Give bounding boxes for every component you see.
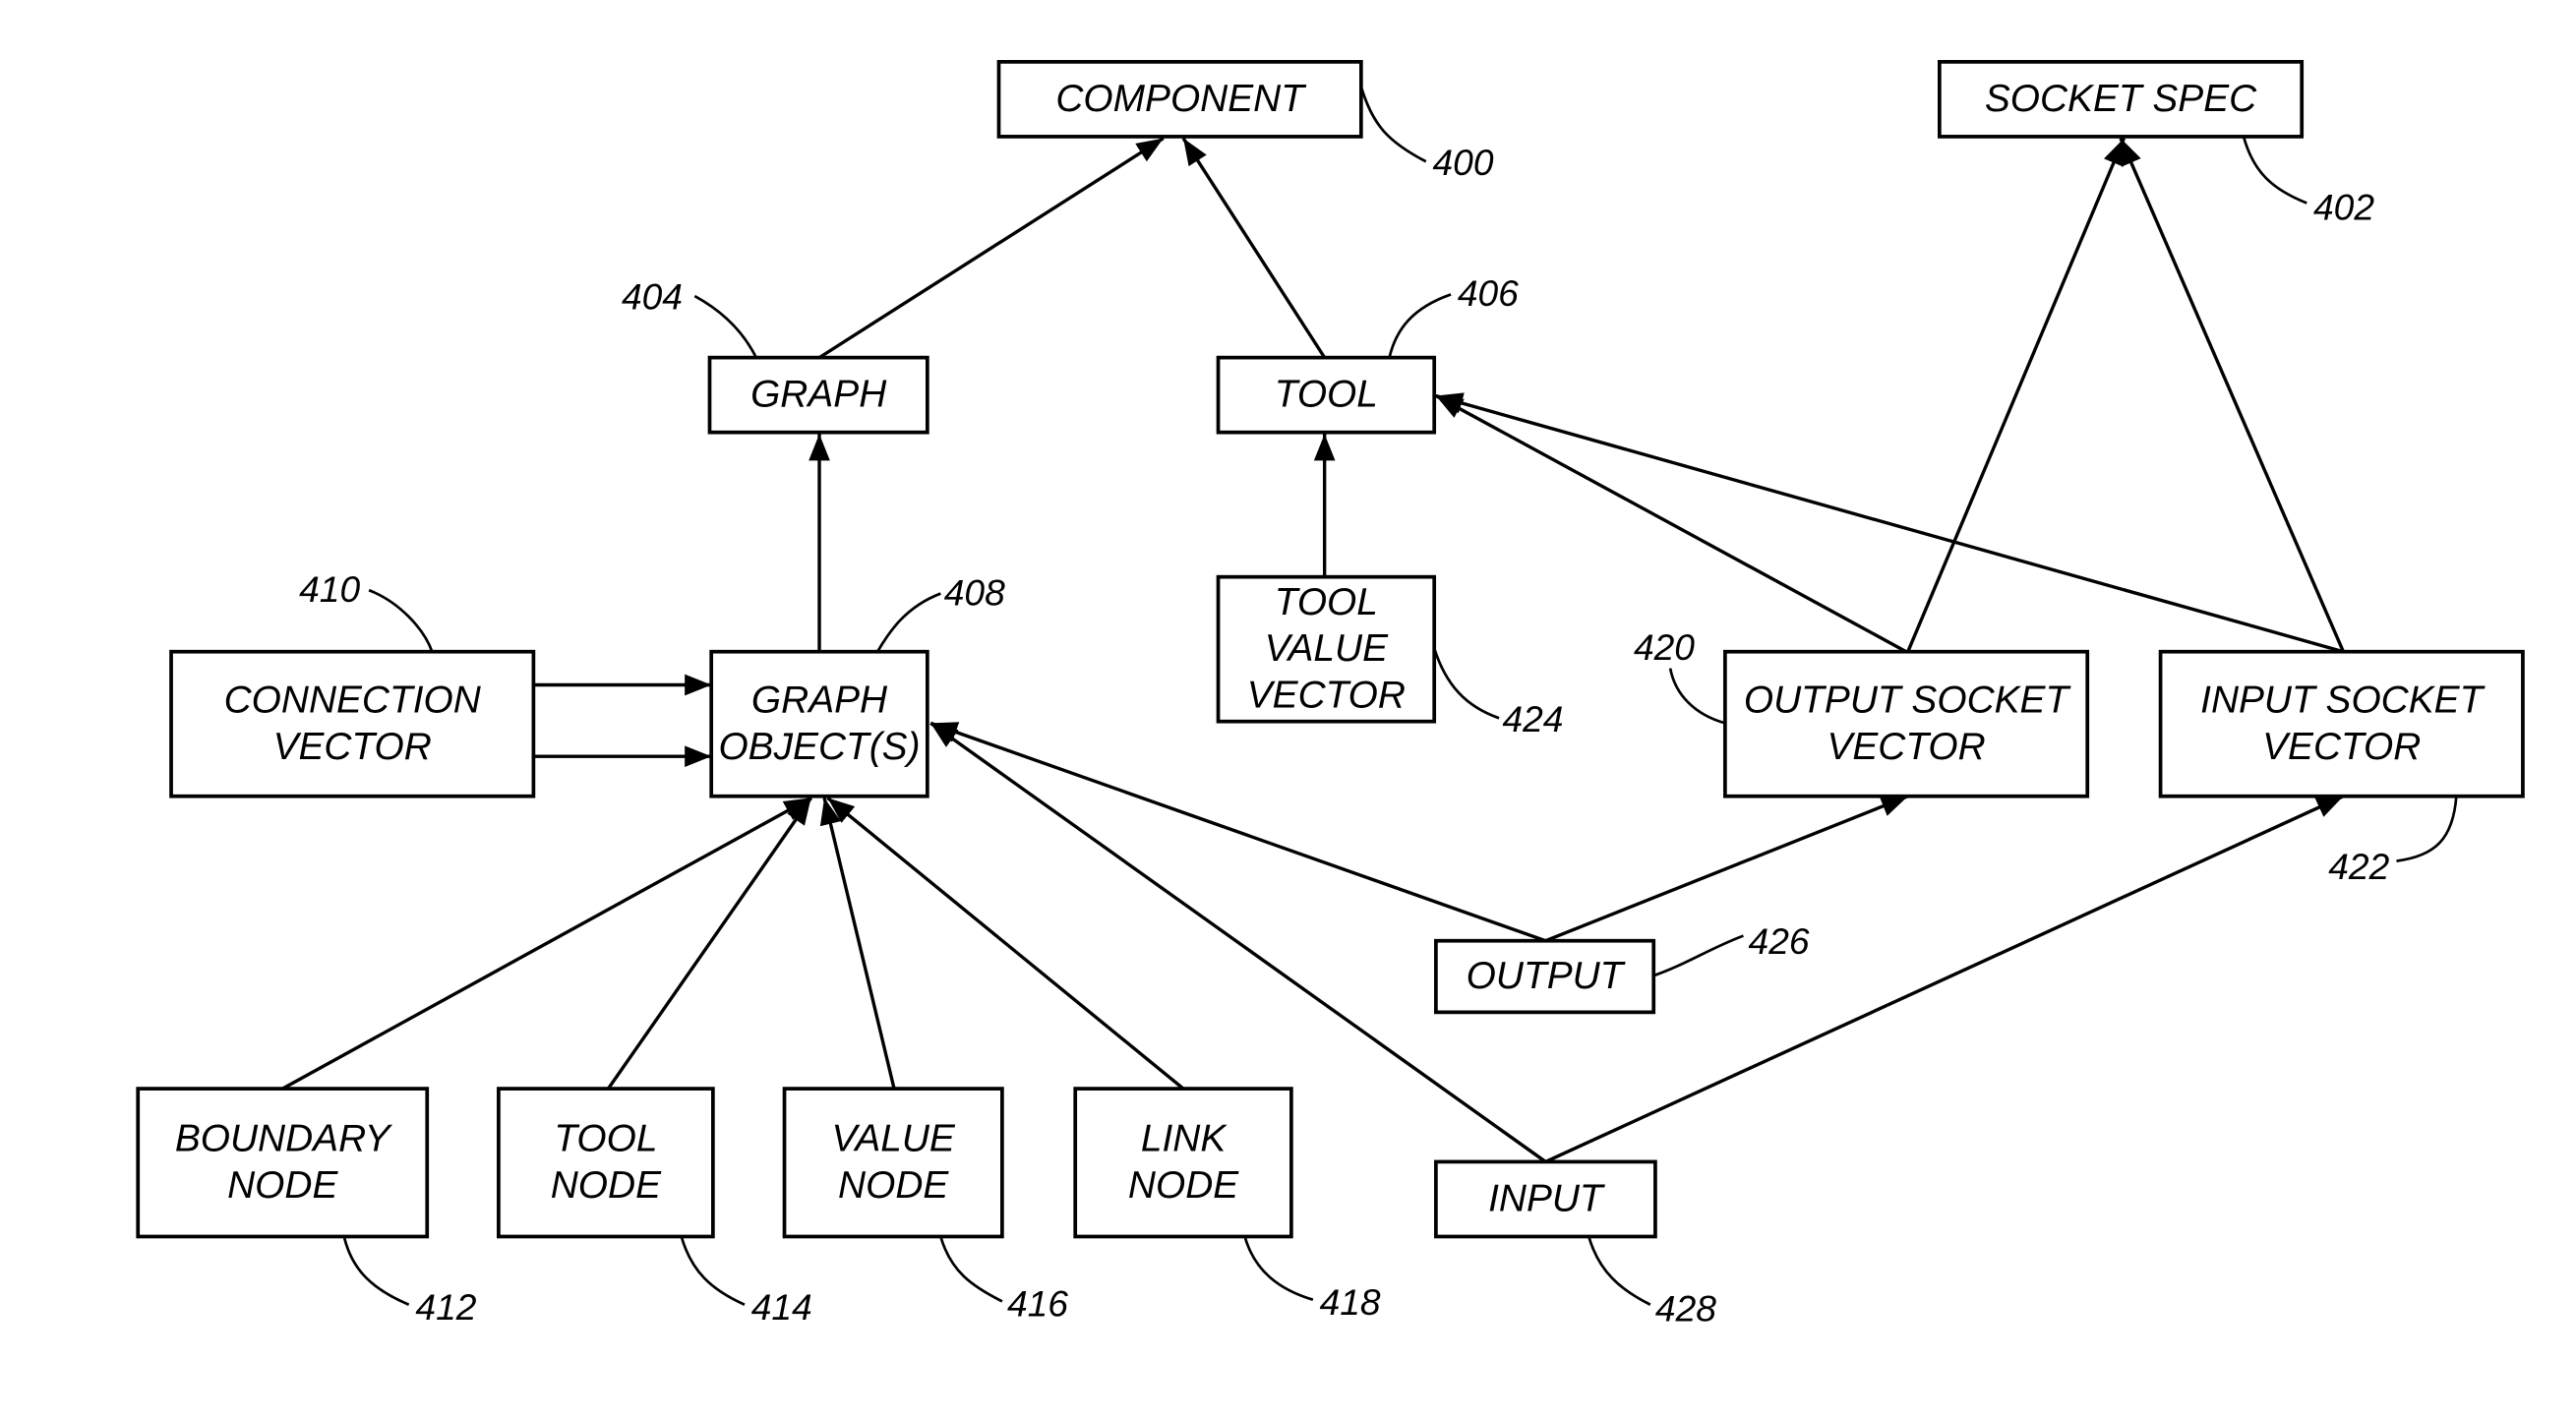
reference-numeral-420: 420 <box>1634 626 1695 668</box>
edge-output-to-output-socket-vector <box>1544 795 1909 943</box>
node-box <box>497 1087 715 1239</box>
reference-numeral-410: 410 <box>299 568 360 610</box>
node-value-node: VALUENODE <box>782 1087 1004 1239</box>
node-label: NODE <box>551 1164 662 1207</box>
node-box <box>169 649 536 798</box>
node-component: COMPONENT <box>996 60 1363 139</box>
node-label: GRAPH <box>751 679 888 722</box>
leader-line-428 <box>1588 1236 1651 1306</box>
edge-output-socket-vector-to-tool <box>1435 394 1907 654</box>
node-label: VECTOR <box>1247 674 1406 716</box>
node-label: NODE <box>227 1164 338 1207</box>
edge-input-socket-vector-to-socket-spec <box>2119 137 2345 653</box>
leader-line-408 <box>875 592 941 653</box>
edge-tool-node-to-graph-objects <box>607 797 812 1091</box>
node-label: OBJECT(S) <box>718 726 920 768</box>
node-input: INPUT <box>1434 1159 1657 1239</box>
node-box <box>136 1087 430 1239</box>
node-box <box>1723 649 2090 798</box>
class-diagram: 400 402 404 406 408 410 412 414 416 418 420 422 424 4… <box>136 60 2525 1329</box>
node-input-socket-vector: INPUT SOCKETVECTOR <box>2158 649 2525 798</box>
reference-numeral-406: 406 <box>1458 272 1519 314</box>
leader-line-422 <box>2396 796 2458 862</box>
edge-output-to-graph-objects <box>929 721 1546 943</box>
node-label: INPUT SOCKET <box>2200 679 2486 722</box>
leader-line-406 <box>1388 293 1452 358</box>
node-graph-objects: GRAPHOBJECT(S) <box>709 649 929 798</box>
node-label: VALUE <box>1265 627 1389 670</box>
node-tool: TOOL <box>1216 355 1437 435</box>
node-tool-value-vector: TOOLVALUEVECTOR <box>1216 574 1437 724</box>
node-tool-node: TOOLNODE <box>497 1087 715 1239</box>
node-link-node: LINKNODE <box>1073 1087 1293 1239</box>
leader-line-420 <box>1668 668 1726 725</box>
node-label: NODE <box>838 1164 949 1207</box>
node-output: OUTPUT <box>1434 938 1656 1015</box>
node-socket-spec: SOCKET SPEC <box>1937 60 2305 139</box>
edge-input-to-input-socket-vector <box>1544 795 2345 1163</box>
reference-numeral-408: 408 <box>944 571 1005 613</box>
leader-line-412 <box>342 1236 410 1306</box>
reference-numeral-416: 416 <box>1007 1283 1068 1325</box>
leader-line-400 <box>1359 86 1427 163</box>
node-label: GRAPH <box>750 374 887 416</box>
edge-graph-to-component <box>818 137 1165 360</box>
node-boundary-node: BOUNDARYNODE <box>136 1087 430 1239</box>
node-connection-vector: CONNECTIONVECTOR <box>169 649 536 798</box>
reference-numeral-412: 412 <box>415 1286 476 1328</box>
reference-numeral-404: 404 <box>622 276 683 318</box>
node-box <box>2158 649 2525 798</box>
edge-link-node-to-graph-objects <box>826 797 1185 1091</box>
edge-output-socket-vector-to-socket-spec <box>1906 137 2126 653</box>
node-label: INPUT <box>1488 1177 1606 1219</box>
node-output-socket-vector: OUTPUT SOCKETVECTOR <box>1723 649 2090 798</box>
leader-line-414 <box>680 1236 746 1306</box>
leader-line-418 <box>1243 1236 1314 1301</box>
node-label: CONNECTION <box>224 679 482 722</box>
edge-value-node-to-graph-objects <box>819 798 896 1090</box>
node-label: TOOL <box>1275 581 1378 623</box>
leader-line-402 <box>2242 136 2307 205</box>
leader-line-416 <box>939 1236 1003 1303</box>
reference-numeral-402: 402 <box>2313 186 2374 227</box>
reference-numeral-428: 428 <box>1655 1288 1716 1329</box>
node-label: VECTOR <box>2262 726 2421 768</box>
node-label: OUTPUT <box>1467 955 1627 997</box>
reference-numeral-414: 414 <box>751 1286 812 1328</box>
leader-line-426 <box>1652 934 1744 977</box>
node-label: LINK <box>1141 1118 1228 1160</box>
node-label: TOOL <box>554 1118 657 1160</box>
leader-line-424 <box>1432 647 1500 720</box>
edge-tool-to-component <box>1181 137 1327 359</box>
node-label: VALUE <box>832 1118 956 1160</box>
node-label: VECTOR <box>1827 726 1985 768</box>
node-label: COMPONENT <box>1055 78 1307 120</box>
leader-line-410 <box>368 588 434 653</box>
node-box <box>1073 1087 1293 1239</box>
reference-numeral-418: 418 <box>1320 1281 1381 1323</box>
node-label: BOUNDARY <box>175 1118 393 1160</box>
node-box <box>782 1087 1004 1239</box>
reference-numeral-426: 426 <box>1749 920 1810 962</box>
node-label: SOCKET SPEC <box>1985 78 2257 120</box>
reference-numeral-424: 424 <box>1502 698 1563 739</box>
edge-input-socket-vector-to-tool <box>1435 392 2344 654</box>
node-label: VECTOR <box>273 726 432 768</box>
node-label: TOOL <box>1275 374 1378 416</box>
edge-boundary-node-to-graph-objects <box>281 796 812 1091</box>
node-box <box>709 649 929 798</box>
node-label: OUTPUT SOCKET <box>1744 679 2072 722</box>
reference-numeral-400: 400 <box>1433 142 1494 183</box>
node-graph: GRAPH <box>707 355 929 435</box>
leader-line-404 <box>693 294 758 359</box>
node-label: NODE <box>1128 1164 1239 1207</box>
reference-numeral-422: 422 <box>2328 846 2389 887</box>
